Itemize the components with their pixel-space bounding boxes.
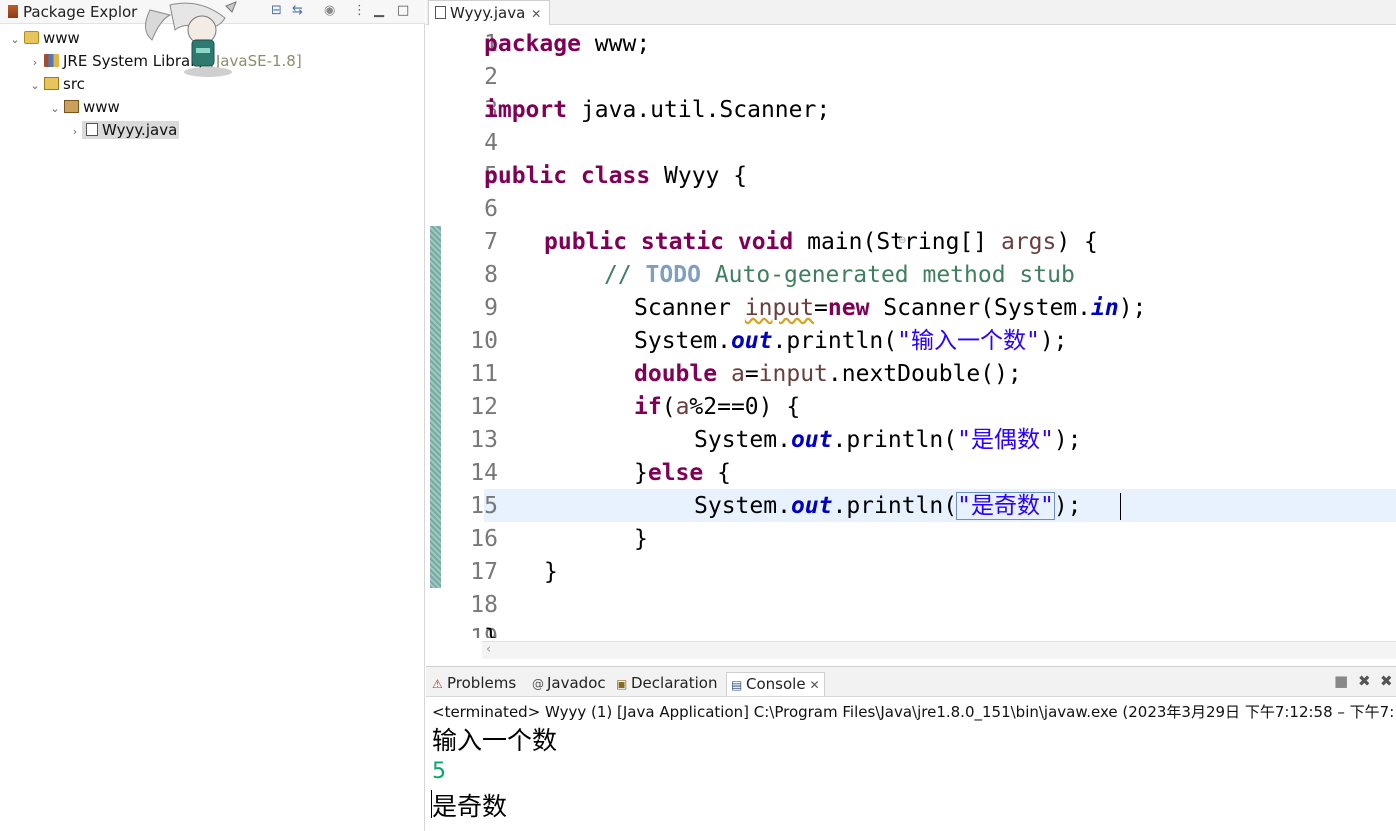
collapse-all-icon[interactable]: ⊟: [271, 3, 282, 18]
line-number: 15: [470, 493, 498, 519]
close-icon[interactable]: ✕: [810, 678, 820, 692]
code-line-12: if(a%2==0) {: [634, 394, 801, 420]
source-folder-icon: [44, 77, 59, 90]
tree-item-src[interactable]: ⌄ src: [28, 75, 85, 97]
minimize-icon[interactable]: ▁: [374, 3, 384, 18]
project-icon: [24, 31, 39, 44]
quick-diff-bar: [430, 226, 441, 588]
tab-wyyy-java[interactable]: Wyyy.java ✕: [428, 0, 551, 25]
chevron-left-icon[interactable]: ‹: [486, 642, 491, 657]
selected-file: Wyyy.java: [82, 121, 180, 139]
link-with-editor-icon[interactable]: ⇆: [292, 3, 303, 18]
line-number: 12: [470, 394, 498, 420]
chevron-down-icon[interactable]: ⌄: [48, 102, 62, 115]
tree-item-file[interactable]: › Wyyy.java: [68, 121, 180, 143]
line-number: 6: [484, 196, 498, 222]
code-line-15: System.out.println("是奇数");: [694, 492, 1082, 520]
tree-item-package[interactable]: ⌄ www: [48, 98, 119, 120]
code-line-13: System.out.println("是偶数");: [694, 427, 1082, 453]
code-line-1: package www;: [484, 31, 651, 57]
code-line-5: public class Wyyy {: [484, 163, 748, 189]
view-menu-icon[interactable]: ⋮: [353, 3, 366, 18]
code-line-7: public static void main(String[] args) {: [544, 229, 1098, 255]
package-icon: [64, 100, 79, 113]
console-panel: ⚠ Problems @ Javadoc ▣ Declaration ▤ Console…: [426, 666, 1396, 831]
editor-tabbar: Wyyy.java ✕: [426, 0, 1396, 25]
remove-all-icon[interactable]: ✖: [1380, 672, 1393, 690]
console-tabbar: ⚠ Problems @ Javadoc ▣ Declaration ▤ Console…: [426, 667, 1396, 697]
explorer-title[interactable]: Package Explor: [8, 3, 137, 21]
code-line-3: import java.util.Scanner;: [484, 97, 831, 123]
at-icon: @: [532, 677, 544, 691]
library-icon: [44, 54, 59, 67]
tab-console[interactable]: ▤ Console ✕: [726, 672, 825, 696]
line-number: 13: [470, 427, 498, 453]
console-icon: ▤: [731, 678, 743, 692]
tree-item-project[interactable]: ⌄ www: [8, 29, 79, 51]
line-number: 18: [470, 592, 498, 618]
line-number: 16: [470, 526, 498, 552]
chevron-down-icon[interactable]: ⌄: [8, 33, 22, 46]
code-line-10: System.out.println("输入一个数");: [634, 328, 1068, 354]
code-line-11: double a=input.nextDouble();: [634, 361, 1022, 387]
chevron-right-icon[interactable]: ›: [28, 56, 42, 69]
line-number: 7: [484, 229, 498, 255]
collapse-icon[interactable]: ⊖: [898, 235, 906, 246]
focus-icon[interactable]: ◉: [324, 3, 335, 18]
mascot-decoration: [145, 1, 237, 77]
tab-problems[interactable]: ⚠ Problems: [428, 672, 520, 696]
code-line-14: }else {: [634, 460, 731, 486]
java-file-icon: [86, 123, 98, 136]
console-caret: [431, 790, 432, 818]
close-icon[interactable]: ✕: [531, 7, 541, 21]
maximize-icon[interactable]: □: [397, 3, 409, 18]
code-line-9: Scanner input=new Scanner(System.in);: [634, 295, 1147, 321]
line-number: 2: [484, 64, 498, 90]
tab-declaration[interactable]: ▣ Declaration: [612, 672, 721, 696]
line-number: 8: [484, 262, 498, 288]
line-number: 14: [470, 460, 498, 486]
string-selection-box: "是奇数": [956, 492, 1055, 520]
declaration-icon: ▣: [616, 677, 628, 691]
package-explorer-icon: [8, 5, 18, 18]
chevron-down-icon[interactable]: ⌄: [28, 79, 42, 92]
console-output-line: 输入一个数: [432, 726, 558, 755]
code-area[interactable]: 1 2 3 4 5 6 7 8 9 10 11 12 13 14 15 16 1…: [444, 28, 1396, 638]
remove-launch-icon[interactable]: ✖: [1358, 672, 1371, 690]
code-line-16: }: [634, 526, 648, 552]
line-number: 9: [484, 295, 498, 321]
console-input-line: 5: [432, 759, 446, 784]
line-number: 10: [470, 328, 498, 354]
code-editor: Wyyy.java ✕ 1 2 3 4 5 6 7 8 9 10 11 12 13…: [426, 0, 1396, 662]
java-file-icon: [435, 6, 446, 19]
horizontal-scrollbar[interactable]: ‹: [482, 641, 1396, 659]
line-number: 11: [470, 361, 498, 387]
package-explorer: Package Explor ⊟ ⇆ ◉ ⋮ ▁ □ ⌄ www › JRE Sys…: [0, 0, 425, 831]
problems-icon: ⚠: [432, 677, 443, 691]
terminate-icon[interactable]: ■: [1334, 672, 1348, 690]
code-line-8: // TODO Auto-generated method stub: [604, 262, 1075, 288]
text-caret: [1120, 493, 1121, 520]
code-line-19: }: [484, 625, 498, 638]
console-output-line: 是奇数: [432, 792, 508, 821]
code-line-17: }: [544, 559, 558, 585]
chevron-right-icon[interactable]: ›: [68, 125, 82, 138]
line-number: 17: [470, 559, 498, 585]
line-number: 4: [484, 130, 498, 156]
terminated-status: <terminated> Wyyy (1) [Java Application]…: [432, 703, 1396, 721]
tab-javadoc[interactable]: @ Javadoc: [528, 672, 610, 696]
warning-underline: input: [744, 295, 815, 321]
